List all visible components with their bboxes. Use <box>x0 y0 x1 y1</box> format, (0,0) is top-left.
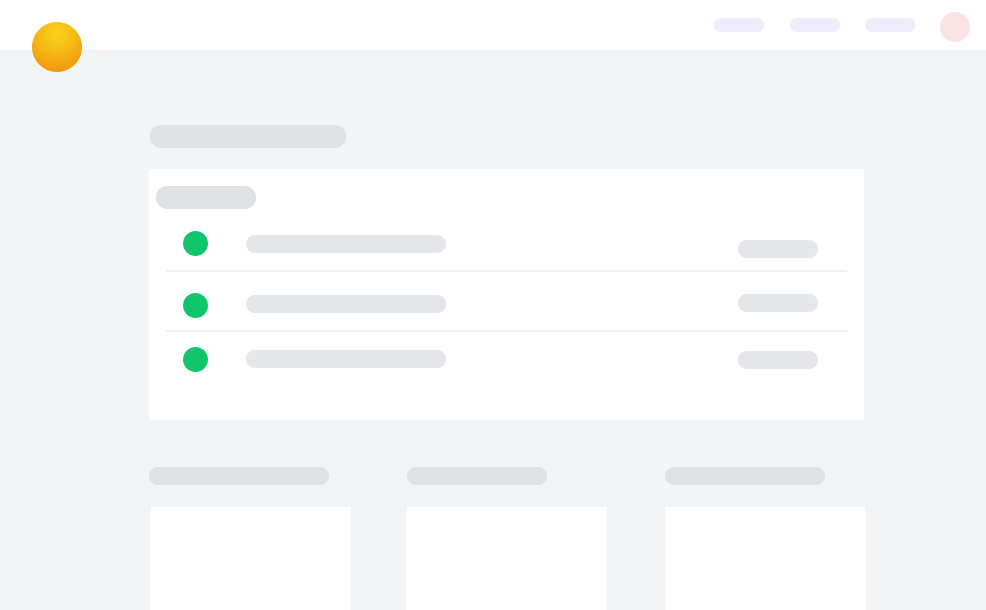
section-card-2[interactable] <box>407 507 607 610</box>
list-item-title <box>246 295 446 313</box>
list-item-meta <box>738 240 818 258</box>
list-item-meta <box>738 351 818 369</box>
section-card-1[interactable] <box>151 507 351 610</box>
top-navigation-bar <box>0 0 986 50</box>
section-heading-3 <box>665 467 825 485</box>
list-item-title <box>246 350 446 368</box>
card-heading <box>156 186 256 209</box>
status-dot <box>183 231 208 256</box>
status-dot <box>183 347 208 372</box>
logo[interactable] <box>32 22 82 72</box>
row-divider <box>166 270 847 272</box>
section-heading-2 <box>407 467 547 485</box>
list-item[interactable] <box>149 334 864 394</box>
nav-item-3[interactable] <box>865 18 915 32</box>
status-dot <box>183 293 208 318</box>
list-item-meta <box>738 294 818 312</box>
nav-item-2[interactable] <box>790 18 840 32</box>
section-heading-1 <box>149 467 329 485</box>
list-card <box>149 169 864 420</box>
page-title <box>150 125 346 148</box>
section-card-3[interactable] <box>665 507 865 610</box>
nav-item-1[interactable] <box>714 18 764 32</box>
avatar[interactable] <box>940 12 970 42</box>
list-item-title <box>246 235 446 253</box>
row-divider <box>166 330 847 332</box>
